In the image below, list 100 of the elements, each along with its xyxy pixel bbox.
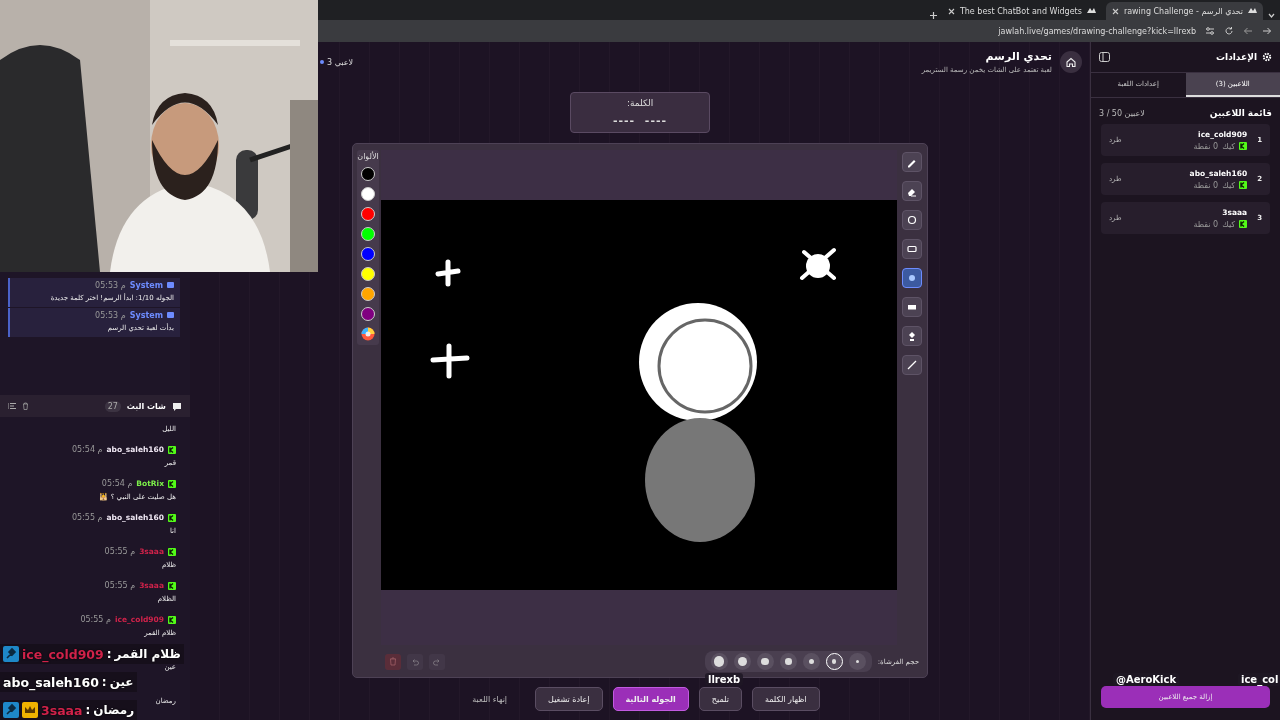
circle-tool-icon [905,213,919,227]
undo-icon [411,657,419,666]
badge-icon [1239,181,1248,189]
separator: : [101,675,107,689]
settings-icon [1262,52,1272,62]
word-label: الكلمة: [626,98,654,108]
badge-icon [168,581,176,590]
message-time: 05:55 م [80,615,111,624]
overlay-username: abo_saleh160 [3,674,99,690]
chat-bubble-icon [172,401,182,411]
color-swatch[interactable] [361,287,375,301]
site-settings-icon[interactable] [1205,26,1215,36]
message-time: 05:55 م [104,581,136,590]
brush-size-button[interactable] [710,653,728,670]
color-swatch[interactable] [361,247,375,261]
color-swatch[interactable] [361,207,375,221]
badge-icon [1239,220,1248,228]
reload-icon[interactable] [1224,26,1234,36]
message-time: 05:54 م [101,479,133,488]
trash-icon [389,657,397,666]
list-title: قائمة اللاعبين [1209,108,1272,118]
player-points: 0 نقطة [1193,180,1219,190]
action-button[interactable]: الجوله التالية [612,687,689,711]
tool-button[interactable] [902,152,922,172]
badge-icon [168,547,176,556]
player-points: 0 نقطة [1193,219,1219,229]
color-swatch[interactable] [361,307,375,321]
players-count: 3 لاعبي [320,57,354,67]
badge-icon [1239,142,1248,150]
redo-icon [433,657,441,666]
player-platform: كيك [1222,180,1236,190]
chat-title: شات البث [126,401,166,411]
browser-tab[interactable]: rawing Challenge - تحدي الرسم [1105,2,1263,20]
hammer-badge-icon [3,702,19,718]
color-swatch[interactable] [361,227,375,241]
brush-size-button[interactable] [779,653,797,670]
tab-favicon-icon [1086,7,1096,15]
color-swatch[interactable] [361,167,375,181]
brush-size-button[interactable] [848,653,866,670]
system-icon [167,282,174,289]
tool-button[interactable] [902,268,922,288]
sender-name: System [129,281,163,290]
home-icon [1065,56,1077,68]
overlay-message-text: رمضان [93,703,135,717]
tool-button[interactable] [902,326,922,346]
system-icon [167,312,174,319]
badge-icon [168,445,176,454]
action-button[interactable]: اظهار الكلمة [751,687,820,711]
close-icon[interactable] [947,7,955,15]
tab-favicon-icon [1248,7,1257,15]
action-button[interactable]: تلميح [698,687,742,711]
palette-label: الألوان [357,152,379,161]
separator: : [106,647,112,661]
badge-icon [168,615,176,624]
overlay-username: 3saaa [41,702,83,718]
line-tool-icon [905,358,919,372]
sender-name: System [129,311,163,320]
badge-icon [168,513,176,522]
brush-size-button[interactable] [733,653,751,670]
close-icon[interactable] [1111,7,1119,15]
brush-size-button[interactable] [756,653,774,670]
address-url[interactable]: jawlah.live/games/drawing-challenge?kick=llrexb [998,26,1196,36]
panel-title: الإعدادات [1216,52,1257,62]
back-icon[interactable] [1243,26,1253,36]
color-swatch[interactable] [361,267,375,281]
brush-size-button[interactable] [825,653,843,670]
player-platform: كيك [1222,219,1236,229]
action-button[interactable]: إعادة تشغيل [535,687,603,711]
player-points: 0 نقطة [1193,141,1219,151]
crown-badge-icon [22,702,38,718]
word-hint: ---- ---- [612,114,668,127]
viewer-name-tag: ice_col [1238,673,1280,686]
tool-button[interactable] [902,239,922,259]
message-count: 27 [104,400,121,412]
new-tab-icon[interactable] [928,11,938,20]
tool-button[interactable] [902,181,922,201]
message-time: 05:55 م [71,513,103,522]
player-platform: كيك [1222,141,1236,151]
color-picker-icon[interactable] [361,327,375,341]
end-game-link[interactable]: إنهاء اللعبة [460,687,520,711]
hammer-badge-icon [3,646,19,662]
forward-icon[interactable] [1262,26,1272,36]
tool-button[interactable] [902,210,922,230]
player-capacity: 3 / 50 لاعبين [1099,108,1145,118]
sidebar-toggle-icon[interactable] [1099,52,1110,62]
brush-size-button[interactable] [802,653,820,670]
game-title: تحدي الرسم [985,50,1052,63]
tool-button[interactable] [902,297,922,317]
browser-tab[interactable]: The best ChatBot and Widgets [941,2,1102,20]
chevron-down-icon[interactable] [1267,11,1276,20]
home-button[interactable] [1060,51,1082,73]
viewer-name-tag: @AeroKick [1113,673,1180,686]
message-time: 05:55 م [104,547,136,556]
badge-icon [168,479,176,488]
separator: : [85,703,91,717]
list-icon[interactable] [8,402,16,410]
overlay-message-text: عين [109,675,134,689]
viewer-name-tag: llrexb [705,673,744,686]
trash-icon[interactable] [22,402,29,410]
color-swatch[interactable] [361,187,375,201]
